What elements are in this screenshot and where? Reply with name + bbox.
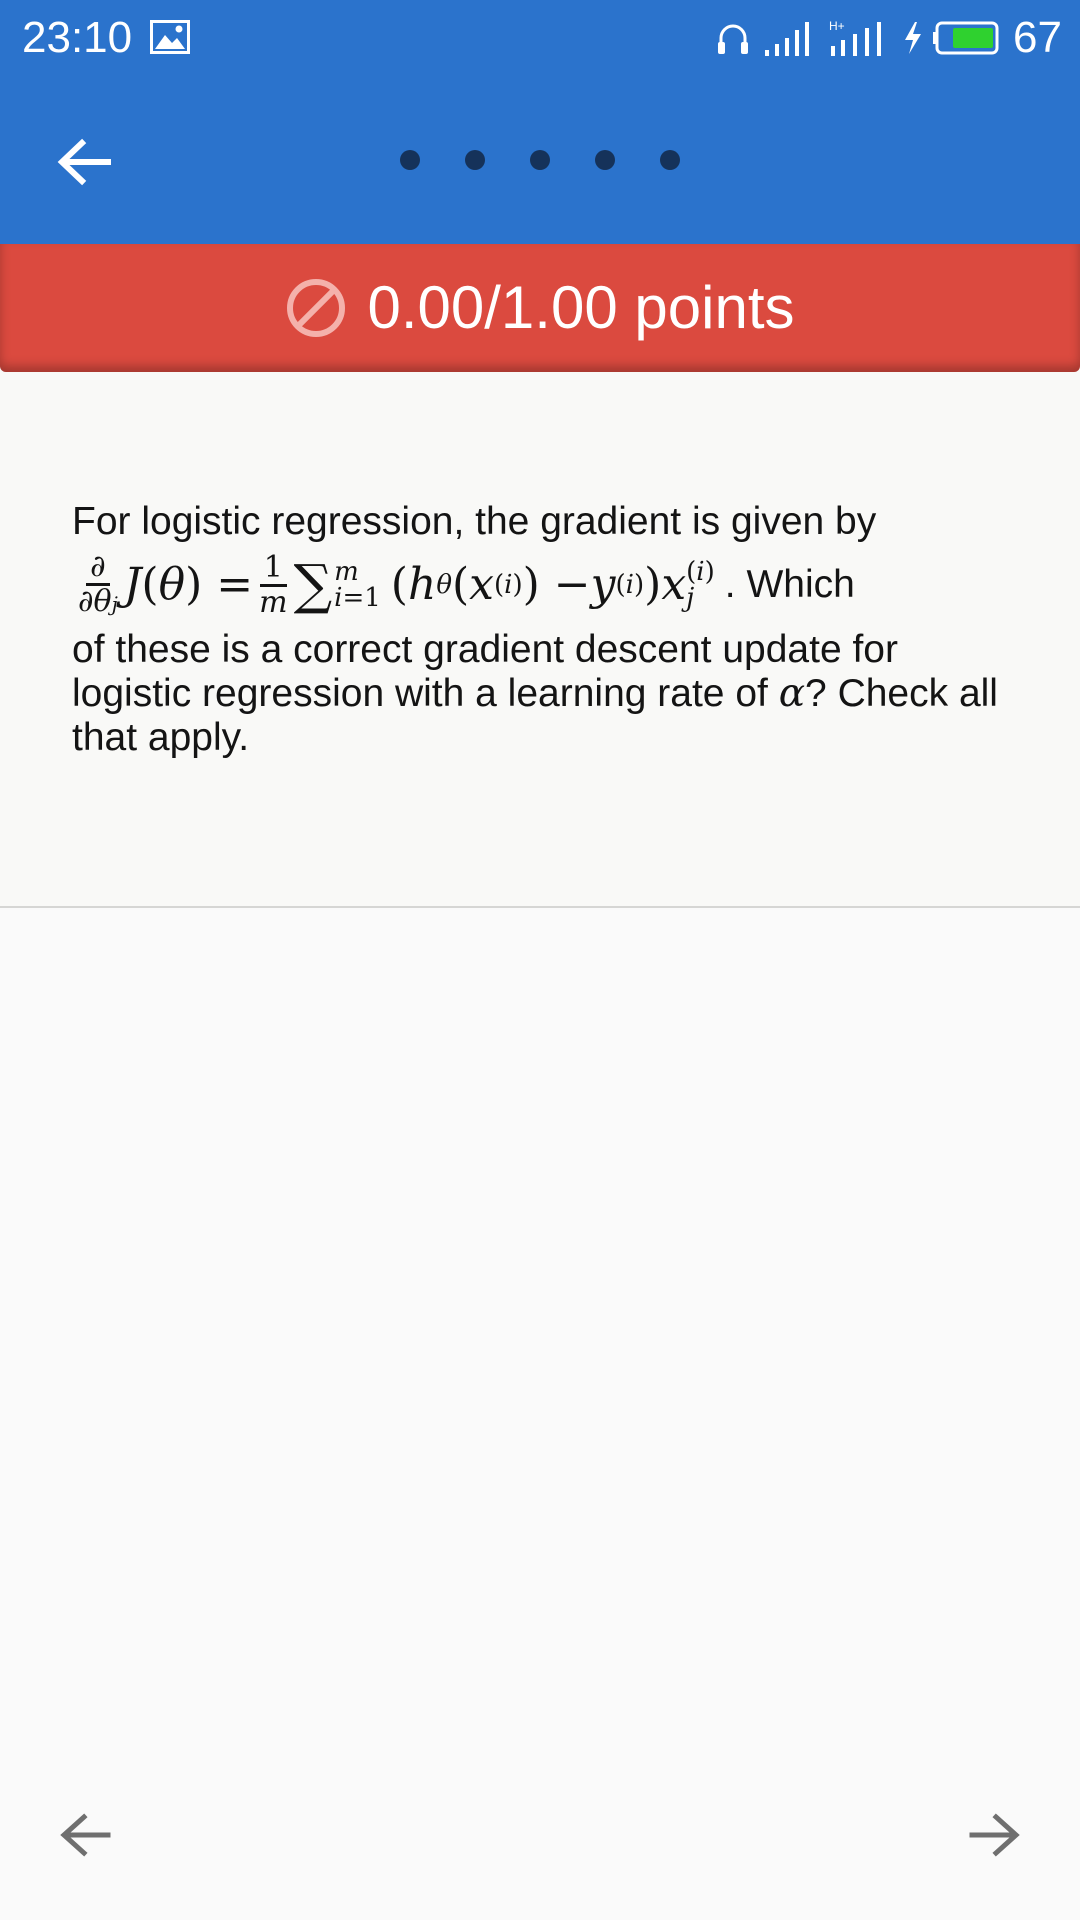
arrow-right-icon (969, 1813, 1020, 1857)
score-banner: 0.00/1.00 points (0, 244, 1080, 372)
formula-tail: . Which (724, 563, 855, 606)
battery-level: 67 (1013, 13, 1062, 62)
arrow-left-icon (60, 1813, 111, 1857)
learning-rate-symbol: α (778, 671, 806, 716)
hplus-signal-icon: H+ (829, 18, 889, 58)
pager-dots (400, 148, 680, 172)
status-time: 23:10 (22, 13, 133, 62)
battery-icon (933, 21, 999, 55)
pager-dot[interactable] (465, 150, 485, 170)
score-text: 0.00/1.00 points (367, 274, 795, 341)
headset-icon (713, 18, 753, 58)
app-bar (0, 76, 1080, 244)
pager-dot[interactable] (530, 150, 550, 170)
previous-question-button[interactable] (40, 1790, 130, 1880)
question-text: For logistic regression, the gradient is… (72, 500, 1012, 760)
no-entry-icon (287, 279, 346, 337)
question-body: of these is a correct gradient descent u… (72, 628, 1012, 760)
question-body-main: of these is a correct gradient descent u… (72, 628, 898, 715)
gallery-icon (150, 20, 190, 54)
signal-icon (763, 18, 817, 58)
charging-icon (901, 18, 925, 58)
pager-dot[interactable] (595, 150, 615, 170)
back-button[interactable] (40, 118, 128, 206)
next-question-button[interactable] (950, 1790, 1040, 1880)
svg-text:H+: H+ (829, 19, 845, 33)
status-indicators: H+ 67 (713, 10, 1062, 66)
gradient-formula: ∂ ∂θj J(θ) = 1 m ∑ m i=1 (h θ(x (i)) − y (i… (78, 548, 855, 620)
status-bar: 23:10 H+ 67 (0, 0, 1080, 76)
pager-dot[interactable] (400, 150, 420, 170)
arrow-left-icon (57, 138, 111, 186)
pager-dot[interactable] (660, 150, 680, 170)
answers-area (0, 908, 1080, 1920)
question-intro: For logistic regression, the gradient is… (72, 500, 877, 543)
